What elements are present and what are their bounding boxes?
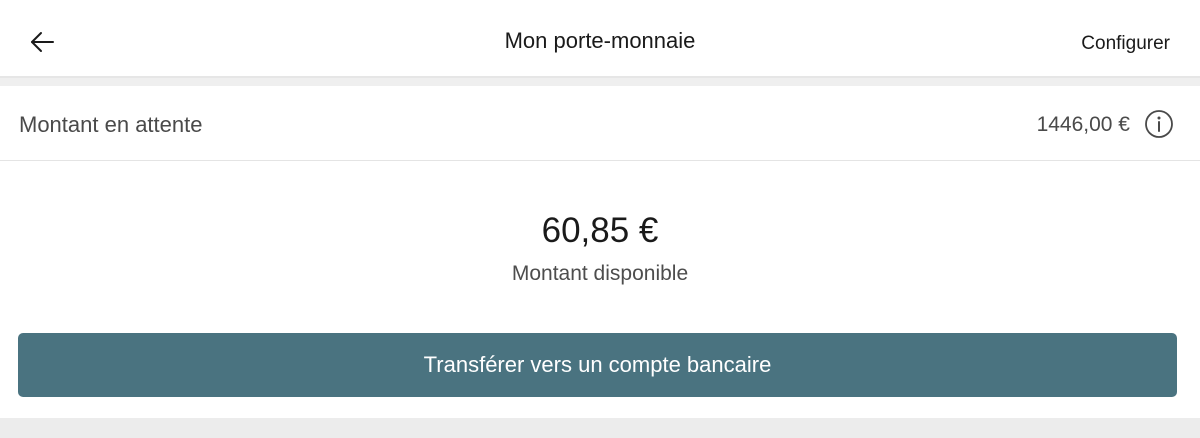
info-button[interactable] — [1144, 109, 1174, 139]
bottom-divider — [0, 418, 1200, 438]
pending-amount-label: Montant en attente — [19, 112, 203, 137]
available-amount-value: 60,85 € — [541, 211, 659, 250]
app-header: Mon porte-monnaie Configurer — [0, 0, 1200, 78]
info-icon — [1145, 110, 1173, 138]
pending-amount-row: Montant en attente 1446,00 € — [0, 86, 1200, 161]
section-divider — [0, 78, 1200, 86]
wallet-balance-panel: 60,85 € Montant disponible Transférer ve… — [0, 161, 1200, 418]
configure-link[interactable]: Configurer — [1081, 33, 1170, 55]
available-amount-label: Montant disponible — [511, 262, 689, 285]
transfer-to-bank-button[interactable]: Transférer vers un compte bancaire — [18, 333, 1177, 397]
pending-amount-value: 1446,00 € — [1036, 113, 1130, 136]
page-title: Mon porte-monnaie — [504, 28, 696, 53]
